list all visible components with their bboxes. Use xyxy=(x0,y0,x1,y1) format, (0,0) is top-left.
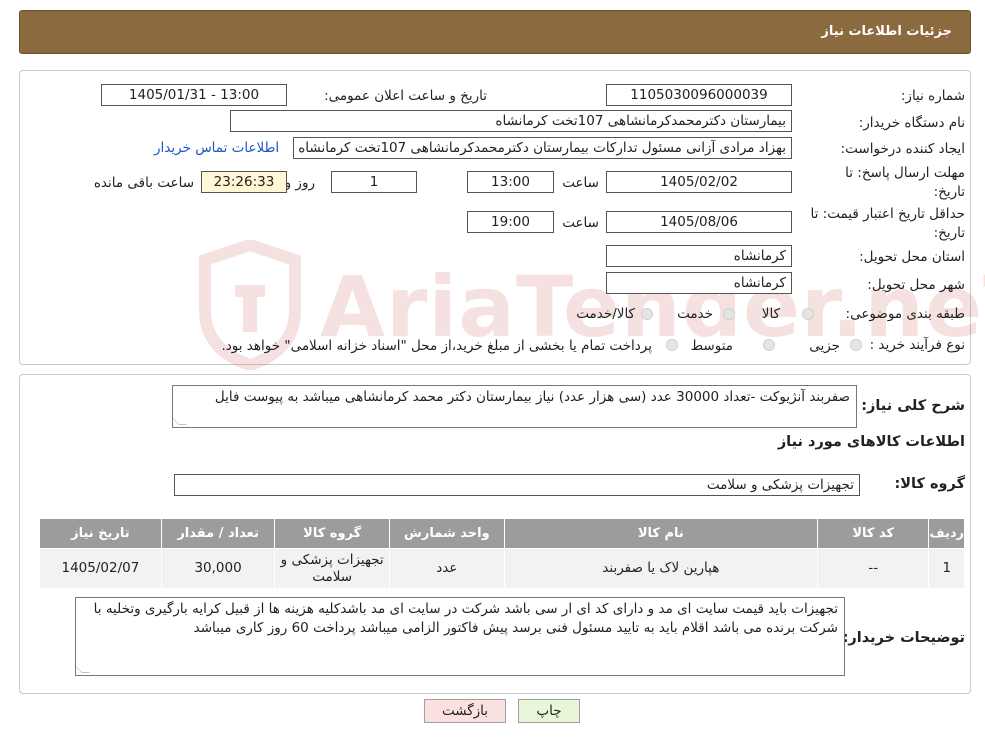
cell-name: هپارین لاک یا صفربند xyxy=(503,548,819,589)
col-code-header: کد کالا xyxy=(816,518,930,549)
buyer-org-label: نام دستگاه خریدار: xyxy=(858,115,965,131)
need-number-field: 1105030096000039 xyxy=(606,84,792,106)
cell-group: تجهیزات پزشکی و سلامت xyxy=(274,548,390,589)
items-table: ردیف کد کالا نام کالا واحد شمارش گروه کا… xyxy=(39,518,965,589)
cell-qty: 30,000 xyxy=(160,548,276,589)
validity-time-label: ساعت xyxy=(562,215,599,231)
table-header-row: ردیف کد کالا نام کالا واحد شمارش گروه کا… xyxy=(39,518,965,549)
group-field: تجهیزات پزشکی و سلامت xyxy=(174,474,860,496)
category-label: طبقه بندی موضوعی: xyxy=(845,306,965,322)
summary-label: شرح کلی نیاز: xyxy=(861,398,965,414)
buyer-notes-text: تجهیزات باید قیمت سایت ای مد و دارای کد … xyxy=(93,601,838,636)
process-medium-label: متوسط xyxy=(690,338,733,354)
buyer-org-field: بیمارستان دکترمحمدکرمانشاهی 107تخت کرمان… xyxy=(230,110,792,132)
process-note: پرداخت تمام یا بخشی از مبلغ خرید،از محل … xyxy=(221,338,652,354)
resize-handle-icon[interactable] xyxy=(171,417,187,425)
col-date-header: تاریخ نیاز xyxy=(39,518,162,549)
deadline-label: مهلت ارسال پاسخ: تا xyxy=(845,165,965,181)
back-button[interactable]: بازگشت xyxy=(424,699,506,723)
col-qty-header: تعداد / مقدار xyxy=(160,518,276,549)
process-label: نوع فرآیند خرید : xyxy=(869,337,965,353)
deadline-label-date: تاریخ: xyxy=(933,184,965,200)
announce-label: تاریخ و ساعت اعلان عمومی: xyxy=(324,88,487,104)
category-goods-radio[interactable] xyxy=(802,308,814,320)
validity-time-field: 19:00 xyxy=(467,211,554,233)
requester-field: بهزاد مرادی آزانی مسئول تداركات بیمارستا… xyxy=(293,137,792,159)
remaining-time-field: 23:26:33 xyxy=(201,171,287,193)
col-unit-header: واحد شمارش xyxy=(388,518,505,549)
days-remaining-field: 1 xyxy=(331,171,417,193)
category-both-radio[interactable] xyxy=(641,308,653,320)
validity-date-field: 1405/08/06 xyxy=(606,211,792,233)
deadline-date-field: 1405/02/02 xyxy=(606,171,792,193)
col-group-header: گروه کالا xyxy=(274,518,390,549)
need-number-label: شماره نیاز: xyxy=(900,88,965,104)
buyer-notes-textarea[interactable]: تجهیزات باید قیمت سایت ای مد و دارای کد … xyxy=(74,597,845,676)
table-row: 1 -- هپارین لاک یا صفربند عدد تجهیزات پز… xyxy=(39,548,965,589)
deadline-time-label: ساعت xyxy=(562,175,599,191)
col-name-header: نام کالا xyxy=(503,518,819,549)
category-both-label: کالا/خدمت xyxy=(576,306,635,322)
page-header: جزئیات اطلاعات نیاز xyxy=(19,10,971,54)
requester-label: ایجاد کننده درخواست: xyxy=(840,141,965,157)
buyer-contact-link[interactable]: اطلاعات تماس خریدار xyxy=(154,140,279,156)
cell-code: -- xyxy=(816,548,930,589)
cell-row: 1 xyxy=(928,548,965,589)
buyer-notes-label: توضیحات خریدار: xyxy=(842,630,965,646)
city-label: شهر محل تحویل: xyxy=(867,277,965,293)
cell-date: 1405/02/07 xyxy=(39,548,162,589)
province-label: استان محل تحویل: xyxy=(859,249,965,265)
remaining-time-label: ساعت باقی مانده xyxy=(93,175,194,191)
process-note-radio[interactable] xyxy=(666,339,678,351)
announce-field: 1405/01/31 - 13:00 xyxy=(101,84,287,106)
summary-textarea[interactable]: صفربند آنژیوکت -تعداد 30000 عدد (سی هزار… xyxy=(171,385,857,428)
category-service-radio[interactable] xyxy=(723,308,735,320)
goods-info-title: اطلاعات کالاهای مورد نیاز xyxy=(777,434,965,450)
summary-text: صفربند آنژیوکت -تعداد 30000 عدد (سی هزار… xyxy=(214,389,850,405)
process-partial-radio[interactable] xyxy=(850,339,862,351)
process-medium-radio[interactable] xyxy=(763,339,775,351)
group-label: گروه کالا: xyxy=(894,476,965,492)
city-field: کرمانشاه xyxy=(606,272,792,294)
cell-unit: عدد xyxy=(388,548,505,589)
category-service-label: خدمت xyxy=(677,306,713,322)
validity-label: حداقل تاریخ اعتبار قیمت: تا xyxy=(810,206,965,222)
days-label: روز و xyxy=(284,175,315,191)
col-row-header: ردیف xyxy=(928,518,965,549)
page-title: جزئیات اطلاعات نیاز xyxy=(821,24,952,39)
process-partial-label: جزیی xyxy=(809,338,840,354)
resize-handle-icon[interactable] xyxy=(74,665,90,673)
deadline-time-field: 13:00 xyxy=(467,171,554,193)
category-goods-label: کالا xyxy=(761,306,780,322)
validity-label-date: تاریخ: xyxy=(933,225,965,241)
print-button[interactable]: چاپ xyxy=(518,699,580,723)
province-field: کرمانشاه xyxy=(606,245,792,267)
